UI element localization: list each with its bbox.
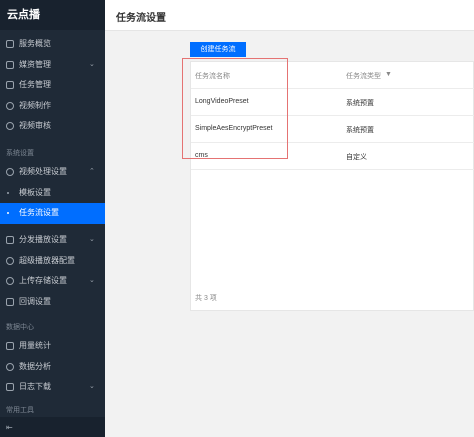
section-system-settings: 系统设置	[6, 150, 34, 157]
bullet-icon	[7, 212, 9, 214]
review-icon	[6, 122, 14, 130]
total-count: 共 3 项	[195, 295, 217, 302]
sidebar-item-review[interactable]: 视频审核	[0, 116, 105, 137]
page-title: 任务流设置	[116, 13, 166, 24]
sidebar-footer: ⇤	[0, 417, 105, 437]
sidebar-item-player-config[interactable]: 超级播放器配置	[0, 251, 105, 272]
sidebar-item-production[interactable]: 视频制作	[0, 96, 105, 117]
chevron-down-icon: ⌄	[89, 60, 95, 68]
page-header: 任务流设置	[105, 0, 474, 31]
chevron-down-icon: ⌄	[89, 383, 95, 390]
log-icon	[6, 383, 14, 391]
section-tools: 常用工具	[6, 407, 34, 414]
dashboard-icon	[6, 40, 14, 48]
workflow-type: 自定义	[346, 154, 367, 161]
chart-icon	[6, 342, 14, 350]
highlight-box	[182, 58, 288, 159]
sidebar-item-overview[interactable]: 服务概览	[0, 34, 105, 55]
chevron-down-icon: ⌄	[89, 277, 95, 284]
sidebar-item-callback[interactable]: 回调设置	[0, 292, 105, 313]
media-icon	[6, 60, 14, 69]
filter-icon[interactable]: ▼	[385, 71, 392, 78]
sidebar-item-tasks[interactable]: 任务管理	[0, 75, 105, 96]
sidebar-item-video-processing[interactable]: 视频处理设置 ⌃	[0, 162, 105, 183]
brand-title: 云点播	[0, 0, 105, 30]
sidebar-item-analytics[interactable]: 数据分析	[0, 357, 105, 378]
bullet-icon	[7, 191, 9, 194]
workflow-type: 系统预置	[346, 127, 374, 134]
column-header-type: 任务流类型	[346, 73, 381, 80]
settings-icon	[6, 168, 14, 176]
video-icon	[6, 101, 14, 110]
sidebar-item-workflow-settings[interactable]: 任务流设置	[0, 203, 105, 224]
sidebar-item-distribution[interactable]: 分发播放设置 ⌄	[0, 230, 105, 251]
chevron-down-icon: ⌄	[89, 236, 95, 243]
chevron-up-icon: ⌃	[89, 168, 95, 175]
sidebar-item-templates[interactable]: 模板设置	[0, 183, 105, 204]
collapse-sidebar-icon[interactable]: ⇤	[6, 423, 13, 432]
analytics-icon	[6, 362, 14, 371]
upload-icon	[6, 277, 14, 285]
distribution-icon	[6, 236, 14, 244]
sidebar-item-logs[interactable]: 日志下载 ⌄	[0, 377, 105, 398]
sidebar-item-usage[interactable]: 用量统计	[0, 336, 105, 357]
sidebar: 云点播 服务概览 媒资管理 ⌄ 任务管理 视频制作 视频审核 系统设置 视频处理…	[0, 0, 105, 437]
sidebar-item-upload-storage[interactable]: 上传存储设置 ⌄	[0, 271, 105, 292]
sidebar-item-media[interactable]: 媒资管理 ⌄	[0, 55, 105, 76]
workflow-type: 系统预置	[346, 100, 374, 107]
callback-icon	[6, 297, 14, 306]
task-icon	[6, 81, 14, 89]
create-workflow-button[interactable]: 创建任务流	[190, 42, 246, 57]
section-data-center: 数据中心	[6, 324, 34, 331]
player-icon	[6, 256, 14, 265]
